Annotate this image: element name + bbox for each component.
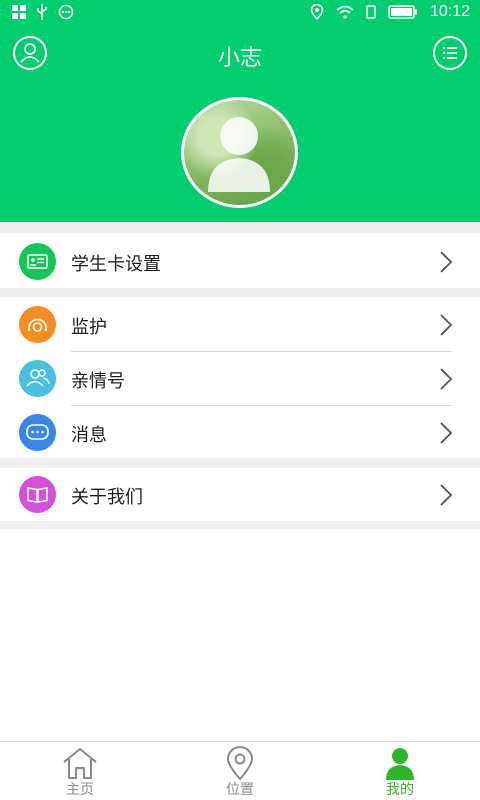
section-divider (0, 458, 480, 468)
menu-section-main: 监护 亲情号 消息 (0, 298, 480, 458)
chevron-right-icon (440, 251, 452, 273)
bottom-tab-bar: 主页 位置 我的 (0, 741, 480, 800)
status-bar: 10:12 (0, 0, 480, 26)
menu-label-family: 亲情号 (71, 371, 125, 392)
menu-item-about[interactable]: 关于我们 (0, 468, 480, 521)
section-divider (0, 222, 480, 234)
list-menu-button[interactable] (433, 36, 467, 70)
status-time: 10:12 (429, 3, 470, 20)
section-divider (0, 521, 480, 530)
wifi-icon (336, 5, 354, 19)
location-pin-icon (226, 746, 254, 780)
tab-label-location: 位置 (226, 782, 254, 798)
book-icon (19, 476, 56, 513)
id-card-icon (19, 243, 56, 280)
menu-item-student-card[interactable]: 学生卡设置 (0, 235, 480, 288)
sim-icon (366, 5, 376, 19)
menu-item-family[interactable]: 亲情号 (0, 352, 480, 405)
battery-icon (388, 5, 417, 19)
chat-bubble-icon (19, 414, 56, 451)
avatar-silhouette-icon (208, 117, 270, 192)
person-icon (386, 748, 414, 780)
page-title: 小志 (217, 46, 262, 71)
menu-section-about: 关于我们 (0, 468, 480, 521)
header-area: 10:12 小志 (0, 0, 480, 222)
tab-location[interactable]: 位置 (160, 742, 320, 800)
menu-section-card: 学生卡设置 (0, 234, 480, 288)
more-dots-icon (58, 4, 74, 20)
chevron-right-icon (440, 314, 452, 336)
tab-label-home: 主页 (66, 782, 94, 798)
chevron-right-icon (440, 422, 452, 444)
family-icon (19, 360, 56, 397)
tab-home[interactable]: 主页 (0, 742, 160, 800)
avatar[interactable] (181, 97, 298, 208)
menu-label-monitor: 监护 (71, 317, 107, 338)
chevron-right-icon (440, 484, 452, 506)
usb-icon (37, 4, 47, 20)
tab-mine[interactable]: 我的 (320, 742, 480, 800)
home-icon (63, 748, 97, 779)
location-status-icon (310, 4, 324, 20)
section-divider (0, 288, 480, 298)
menu-label-messages: 消息 (71, 425, 107, 446)
headset-icon (19, 306, 56, 343)
menu-item-messages[interactable]: 消息 (0, 406, 480, 459)
menu-item-monitor[interactable]: 监护 (0, 298, 480, 351)
menu-label-student-card: 学生卡设置 (71, 254, 161, 275)
tab-label-mine: 我的 (386, 782, 414, 798)
menu-label-about: 关于我们 (71, 487, 143, 508)
list-icon (442, 46, 457, 60)
app-grid-icon (12, 5, 26, 19)
chevron-right-icon (440, 368, 452, 390)
